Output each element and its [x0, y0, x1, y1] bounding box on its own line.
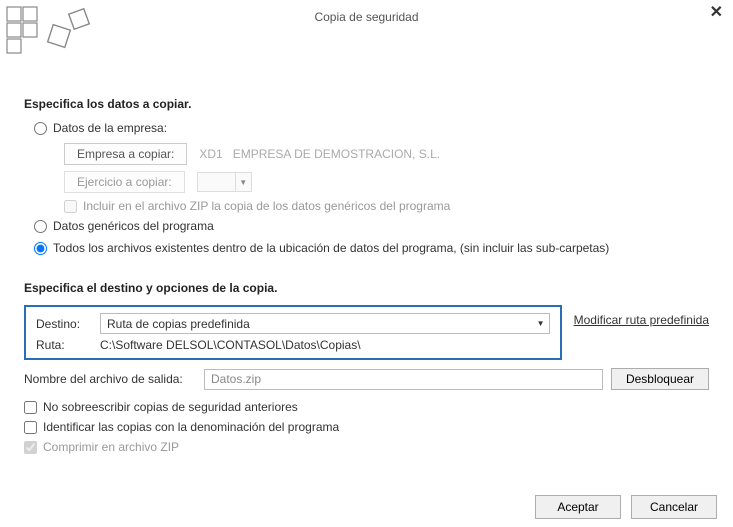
modify-route-link[interactable]: Modificar ruta predefinida [574, 313, 709, 327]
radio-datos-empresa-label: Datos de la empresa: [53, 121, 167, 135]
output-filename-input[interactable]: Datos.zip [204, 369, 603, 390]
section-specify-dest: Especifica el destino y opciones de la c… [24, 281, 709, 295]
include-zip-checkbox [64, 200, 77, 213]
identify-label: Identificar las copias con la denominaci… [43, 420, 339, 434]
accept-button[interactable]: Aceptar [535, 495, 621, 519]
destino-label: Destino: [36, 317, 100, 331]
radio-todos-row[interactable]: Todos los archivos existentes dentro de … [24, 241, 709, 255]
radio-todos-archivos-label: Todos los archivos existentes dentro de … [53, 241, 609, 255]
empresa-block: Empresa a copiar: XD1 EMPRESA DE DEMOSTR… [24, 143, 709, 213]
no-overwrite-label: No sobreescribir copias de seguridad ant… [43, 400, 298, 414]
ruta-label: Ruta: [36, 338, 100, 352]
window-title: Copia de seguridad [314, 10, 418, 24]
ejercicio-select: ▼ [197, 172, 252, 192]
compress-zip-label: Comprimir en archivo ZIP [43, 440, 179, 454]
empresa-code: XD1 [199, 147, 222, 161]
empresa-copiar-button[interactable]: Empresa a copiar: [64, 143, 187, 165]
destino-value: Ruta de copias predefinida [107, 317, 250, 331]
dialog-buttons: Aceptar Cancelar [535, 495, 717, 519]
radio-datos-genericos-row[interactable]: Datos genéricos del programa [24, 219, 709, 233]
identify-checkbox[interactable] [24, 421, 37, 434]
chevron-down-icon: ▼ [235, 173, 251, 191]
compress-zip-checkbox [24, 441, 37, 454]
section-specify-data: Especifica los datos a copiar. [24, 97, 709, 111]
radio-todos-archivos[interactable] [34, 242, 47, 255]
empresa-name: EMPRESA DE DEMOSTRACION, S.L. [233, 147, 440, 161]
include-zip-label: Incluir en el archivo ZIP la copia de lo… [83, 199, 450, 213]
destination-box: Destino: Ruta de copias predefinida ▼ Ru… [24, 305, 562, 360]
ejercicio-copiar-button: Ejercicio a copiar: [64, 171, 185, 193]
close-icon[interactable]: ✕ [710, 2, 723, 22]
radio-datos-empresa-row[interactable]: Datos de la empresa: [24, 121, 709, 135]
content: Especifica los datos a copiar. Datos de … [0, 28, 733, 454]
cancel-button[interactable]: Cancelar [631, 495, 717, 519]
radio-datos-genericos-label: Datos genéricos del programa [53, 219, 214, 233]
no-overwrite-checkbox[interactable] [24, 401, 37, 414]
chevron-down-icon: ▼ [537, 319, 545, 328]
destino-select[interactable]: Ruta de copias predefinida ▼ [100, 313, 550, 334]
radio-datos-empresa[interactable] [34, 122, 47, 135]
output-filename-value: Datos.zip [211, 372, 261, 386]
title-bar: Copia de seguridad ✕ [0, 0, 733, 28]
app-logo-icon [5, 5, 95, 65]
ruta-value: C:\Software DELSOL\CONTASOL\Datos\Copias… [100, 338, 361, 352]
unlock-button[interactable]: Desbloquear [611, 368, 709, 390]
radio-datos-genericos[interactable] [34, 220, 47, 233]
output-filename-label: Nombre del archivo de salida: [24, 372, 204, 386]
